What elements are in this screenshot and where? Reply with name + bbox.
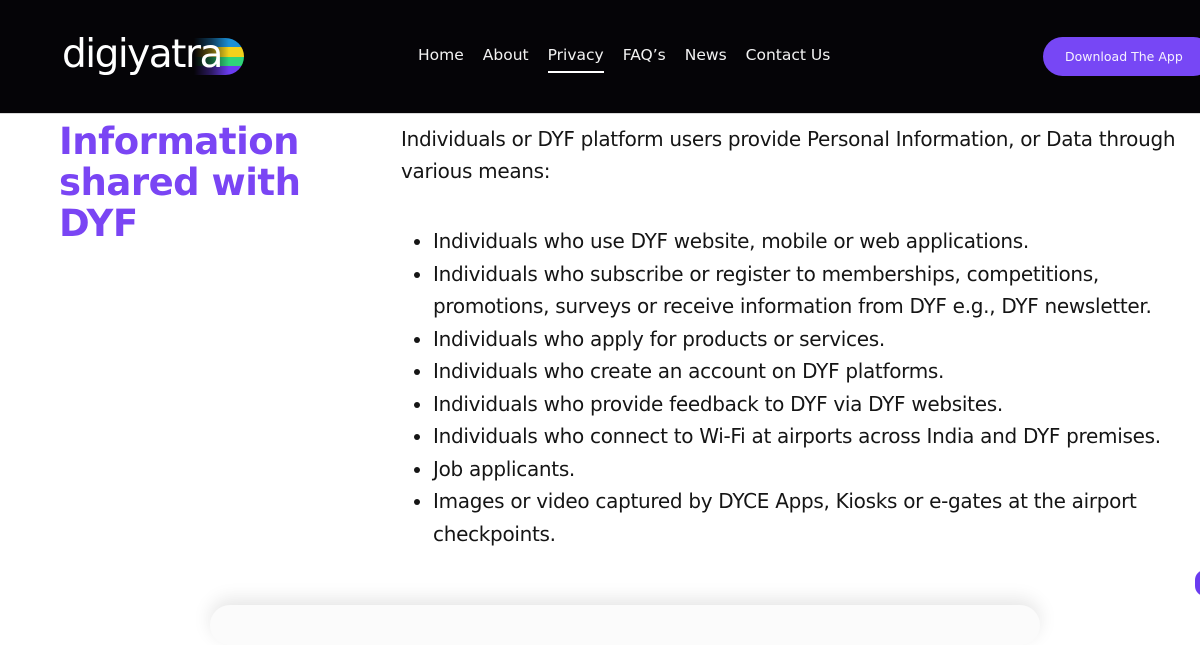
- list-item-text: Individuals who subscribe or register to…: [433, 261, 1152, 319]
- nav-faqs[interactable]: FAQ’s: [623, 44, 666, 66]
- bullet-icon: [414, 434, 420, 440]
- list-item: Individuals who create an account on DYF…: [401, 355, 1181, 388]
- bullet-icon: [414, 401, 420, 408]
- section-content: Individuals or DYF platform users provid…: [401, 123, 1181, 550]
- list-item: Individuals who apply for products or se…: [401, 323, 1181, 356]
- list-item-text: Individuals who use DYF website, mobile …: [433, 229, 1029, 253]
- bullet-icon: [414, 466, 420, 473]
- nav-privacy[interactable]: Privacy: [547, 44, 604, 73]
- list-item-text: Job applicants.: [433, 456, 575, 481]
- list-item: Individuals who provide feedback to DYF …: [401, 388, 1181, 421]
- list-item: Individuals who connect to Wi-Fi at airp…: [401, 420, 1181, 453]
- bullet-icon: [414, 271, 420, 278]
- bottom-panel-shadow: [210, 605, 1040, 645]
- info-source-list: Individuals who use DYF website, mobile …: [401, 225, 1181, 550]
- bullet-icon: [414, 336, 420, 343]
- nav-about[interactable]: About: [483, 44, 529, 66]
- nav-news[interactable]: News: [685, 44, 727, 66]
- site-header: digiyatra Home About Privacy FAQ’s News …: [0, 0, 1200, 114]
- list-item-text: Individuals who apply for products or se…: [433, 326, 885, 351]
- nav-home[interactable]: Home: [418, 44, 464, 66]
- list-item-text: Individuals who create an account on DYF…: [433, 359, 945, 383]
- list-item: Individuals who use DYF website, mobile …: [401, 225, 1181, 258]
- section-title: Information shared with DYF: [59, 120, 301, 245]
- bullet-icon: [414, 369, 420, 375]
- intro-paragraph: Individuals or DYF platform users provid…: [401, 127, 1176, 183]
- list-item-text: Individuals who connect to Wi-Fi at airp…: [433, 424, 1161, 448]
- list-item: Job applicants.: [401, 453, 1181, 486]
- download-app-button[interactable]: Download The App: [1043, 37, 1200, 76]
- bullet-icon: [414, 499, 420, 505]
- nav-contact-us[interactable]: Contact Us: [746, 44, 831, 66]
- list-item: Individuals who subscribe or register to…: [401, 258, 1181, 323]
- bullet-icon: [414, 239, 420, 245]
- list-item-text: Images or video captured by DYCE Apps, K…: [433, 489, 1137, 546]
- digiyatra-logo[interactable]: digiyatra: [62, 33, 247, 79]
- list-item: Images or video captured by DYCE Apps, K…: [401, 485, 1181, 550]
- logo-wordmark: digiyatra: [62, 32, 223, 77]
- list-item-text: Individuals who provide feedback to DYF …: [433, 391, 1003, 416]
- chat-widget-button[interactable]: [1195, 570, 1200, 596]
- main-nav: Home About Privacy FAQ’s News Contact Us: [418, 44, 849, 73]
